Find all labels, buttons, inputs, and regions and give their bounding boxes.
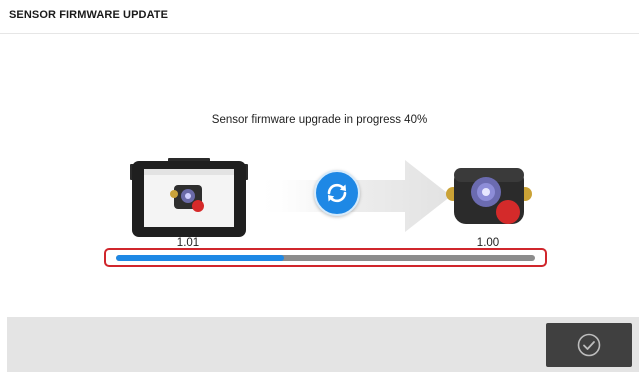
confirm-button[interactable] — [546, 323, 632, 367]
progress-fill — [116, 255, 284, 261]
sync-button[interactable] — [314, 170, 360, 216]
footer-bar — [7, 317, 639, 372]
header-bar: SENSOR FIRMWARE UPDATE — [0, 0, 639, 34]
page-title: SENSOR FIRMWARE UPDATE — [9, 9, 169, 21]
upgrade-status-text: Sensor firmware upgrade in progress 40% — [211, 114, 428, 126]
sync-icon — [327, 183, 347, 203]
check-circle-icon — [577, 333, 601, 357]
progress-highlight-frame — [104, 248, 547, 267]
sensor-device-icon — [446, 168, 532, 224]
progress-track — [116, 255, 535, 261]
tablet-device-icon — [130, 158, 248, 237]
